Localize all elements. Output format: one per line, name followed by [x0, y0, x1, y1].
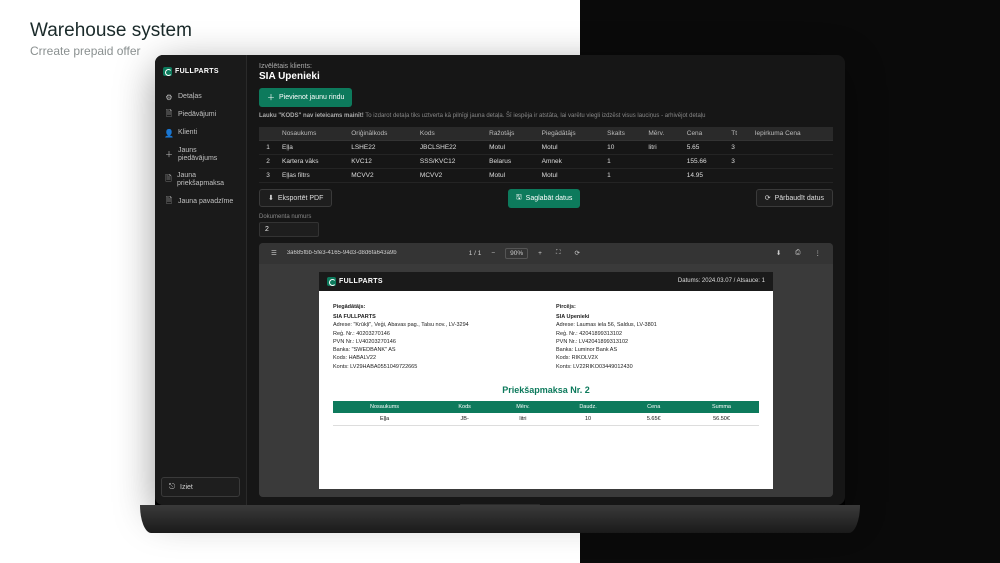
- nav-label: Detaļas: [178, 93, 202, 101]
- page-title: Warehouse system: [30, 20, 192, 42]
- nav-icon: 🗎: [165, 176, 172, 184]
- nav-label: Jauns piedāvājums: [178, 147, 236, 162]
- download-icon: ⬇: [268, 194, 274, 202]
- sidebar-item-5[interactable]: 🗎 Jauna pavadzīme: [161, 193, 240, 211]
- pdf-meta: Datums: 2024.03.07 / Atsauce: 1: [678, 278, 765, 284]
- sidebar-item-1[interactable]: 🗎 Piedāvājumi: [161, 106, 240, 124]
- col-header: Tt: [726, 127, 749, 141]
- doc-number-label: Dokumenta numurs: [259, 214, 833, 220]
- logout-label: Iziet: [180, 484, 193, 491]
- logout-icon: ⎋: [168, 483, 176, 491]
- brand-name: FULLPARTS: [175, 68, 219, 75]
- nav-label: Jauna priekšapmaksa: [177, 172, 236, 187]
- invoice-row: EļļaJB-litri105.65€56.50€: [333, 413, 759, 426]
- pdf-viewer: ☰ 3a685fbb-5fe3-4165-94d3-d8d6fa643a9b 1…: [259, 243, 833, 497]
- pdf-brand-logo-icon: [327, 277, 336, 286]
- hint-text: Lauku "KODS" nav ieteicams mainīt! To iz…: [259, 113, 833, 121]
- brand-logo-icon: [163, 67, 172, 76]
- col-header: [259, 127, 277, 141]
- col-header: Cena: [682, 127, 726, 141]
- client-name: SIA Upenieki: [259, 71, 833, 82]
- invoice-table: NosaukumsKodsMērv.Daudz.CenaSumma EļļaJB…: [333, 401, 759, 426]
- col-header: Iepirkuma Cena: [750, 127, 833, 141]
- save-data-button[interactable]: 🖫 Saglabāt datus: [508, 189, 581, 208]
- items-table: NosaukumsOriģinālkodsKodsRažotājsPiegādā…: [259, 127, 833, 183]
- check-data-button[interactable]: ⟳ Pārbaudīt datus: [756, 189, 833, 207]
- zoom-out-icon[interactable]: −: [487, 249, 499, 258]
- add-row-button[interactable]: ＋ Pievienot jaunu rindu: [259, 88, 352, 107]
- col-header: Skaits: [602, 127, 643, 141]
- sidebar-item-3[interactable]: ＋ Jauns piedāvājums: [161, 142, 240, 167]
- export-pdf-button[interactable]: ⬇ Eksportēt PDF: [259, 189, 332, 207]
- add-row-label: Pievienot jaunu rindu: [279, 94, 344, 101]
- col-header: Oriģinālkods: [346, 127, 415, 141]
- nav-icon: 🗎: [165, 198, 173, 206]
- rotate-icon[interactable]: ⟳: [571, 248, 584, 258]
- plus-icon: ＋: [267, 92, 275, 103]
- nav-icon: ＋: [165, 151, 173, 159]
- pdf-print-icon[interactable]: ⎙: [791, 248, 804, 258]
- zoom-level[interactable]: 90%: [505, 248, 528, 259]
- brand: FULLPARTS: [161, 63, 240, 86]
- col-header: Kods: [415, 127, 484, 141]
- table-row[interactable]: 1EļļaLSHE22JBCLSHE22MotulMotul10litri5.6…: [259, 140, 833, 154]
- col-header: Piegādātājs: [537, 127, 602, 141]
- invoice-title: Priekšapmaksa Nr. 2: [319, 379, 773, 401]
- col-header: Mērv.: [643, 127, 681, 141]
- col-header: Nosaukums: [277, 127, 346, 141]
- table-row[interactable]: 3Eļļas filtrsMCVV2MCVV2MotulMotul114.95: [259, 168, 833, 182]
- sidebar: FULLPARTS ⚙ Detaļas 🗎 Piedāvājumi 👤 Klienti ＋ J…: [155, 55, 247, 505]
- client-kicker: Izvēlētais klients:: [259, 63, 833, 70]
- sidebar-item-2[interactable]: 👤 Klienti: [161, 124, 240, 142]
- nav-label: Piedāvājumi: [178, 111, 216, 119]
- nav-label: Jauna pavadzīme: [178, 198, 233, 206]
- fit-page-icon[interactable]: ⛶: [552, 248, 565, 258]
- sidebar-item-4[interactable]: 🗎 Jauna priekšapmaksa: [161, 167, 240, 192]
- pdf-filename: 3a685fbb-5fe3-4165-94d3-d8d6fa643a9b: [287, 250, 463, 256]
- col-header: Ražotājs: [484, 127, 537, 141]
- nav-label: Klienti: [178, 129, 197, 137]
- doc-number-input[interactable]: [259, 222, 319, 237]
- sidebar-item-0[interactable]: ⚙ Detaļas: [161, 88, 240, 106]
- pdf-more-icon[interactable]: ⋮: [811, 248, 826, 258]
- logout-button[interactable]: ⎋ Iziet: [161, 477, 240, 497]
- buyer-block: Pircējs:SIA UpeniekiAdrese: Laumas iela …: [556, 303, 759, 371]
- save-icon: 🖫: [516, 193, 522, 204]
- nav-icon: ⚙: [165, 93, 173, 101]
- supplier-block: Piegādātājs:SIA FULLPARTSAdrese: "Krūkļi…: [333, 303, 536, 371]
- pdf-page-content: FULLPARTS Datums: 2024.03.07 / Atsauce: …: [319, 272, 773, 489]
- refresh-icon: ⟳: [765, 194, 771, 202]
- zoom-in-icon[interactable]: +: [534, 249, 546, 258]
- pdf-page: 1 / 1: [469, 250, 482, 257]
- nav-icon: 🗎: [165, 111, 173, 119]
- nav-icon: 👤: [165, 129, 173, 137]
- pdf-download-icon[interactable]: ⬇: [772, 248, 785, 258]
- pdf-menu-icon[interactable]: ☰: [267, 248, 281, 258]
- table-row[interactable]: 2Kartera vāksKVC12SSS/KVC12BelarusAmnek1…: [259, 154, 833, 168]
